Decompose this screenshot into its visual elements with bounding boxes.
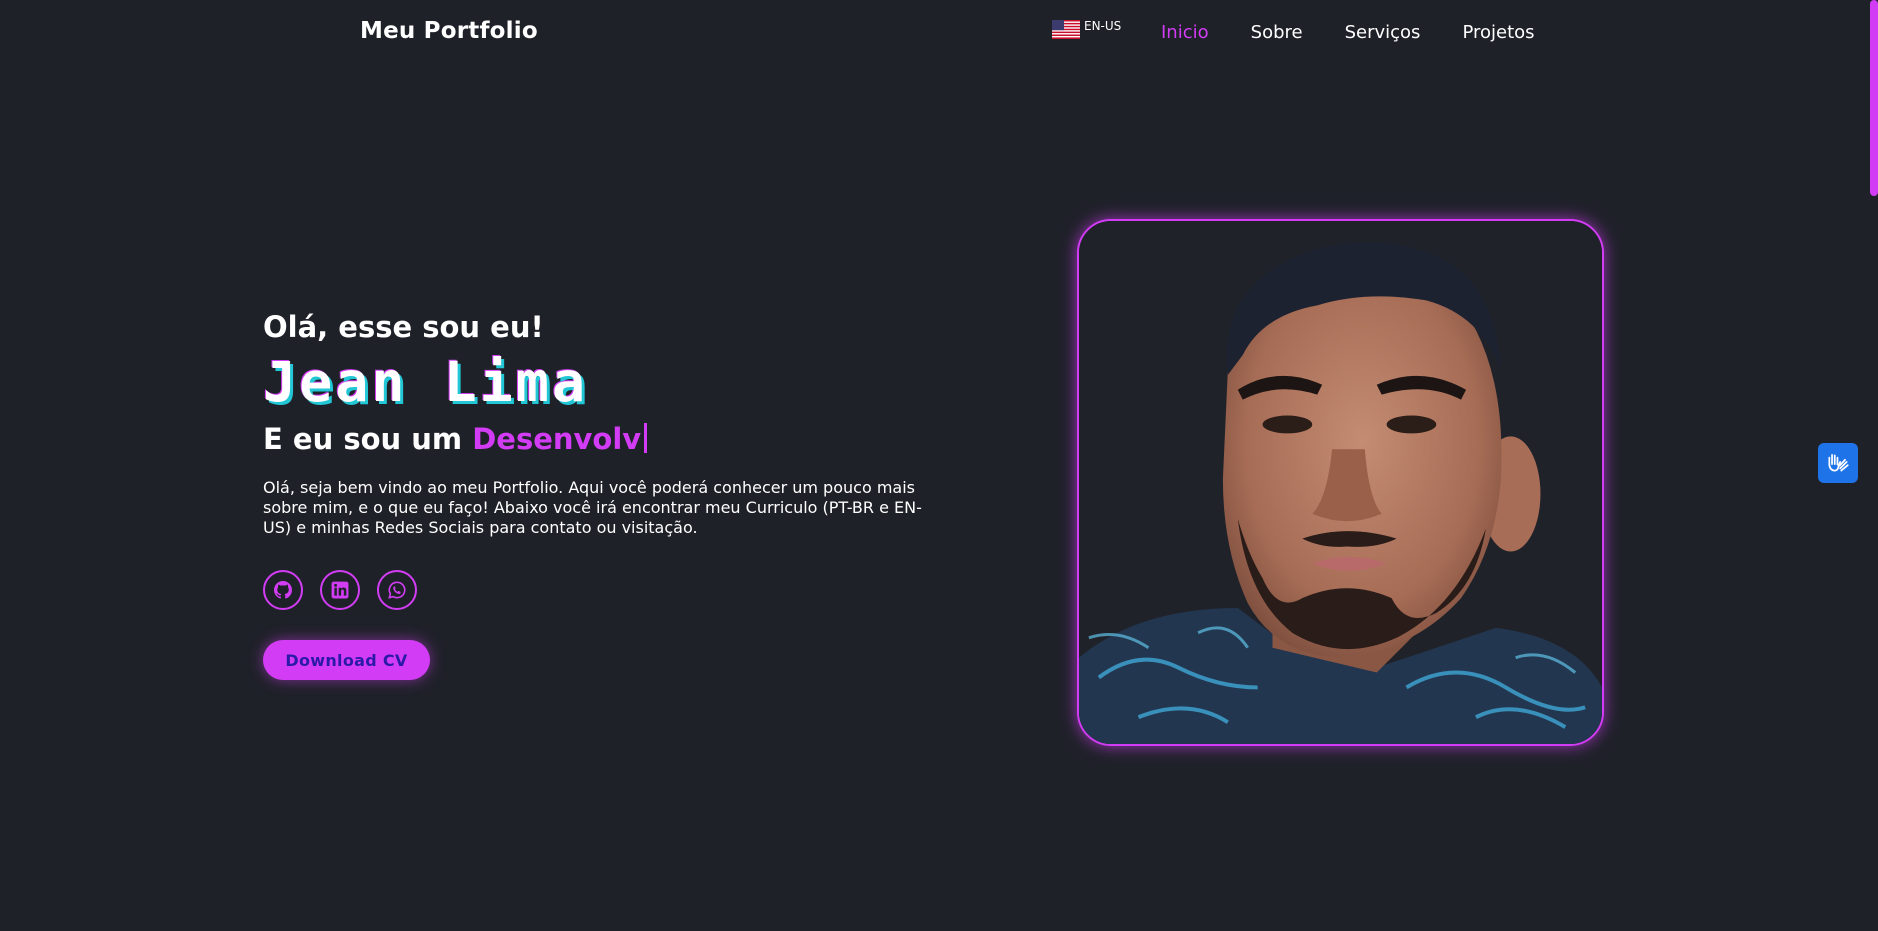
whatsapp-link[interactable] [377, 570, 417, 610]
main-nav: Inicio Sobre Serviços Projetos [1161, 22, 1577, 43]
github-link[interactable] [263, 570, 303, 610]
site-logo[interactable]: Meu Portfolio [360, 18, 538, 44]
profile-photo-illustration [1079, 221, 1602, 744]
nav-servicos[interactable]: Serviços [1345, 22, 1421, 43]
hero-section: Olá, esse sou eu! Jean Lima E eu sou um … [263, 310, 943, 680]
social-links [263, 570, 943, 610]
linkedin-link[interactable] [320, 570, 360, 610]
github-icon [274, 581, 292, 599]
role-prefix: E eu sou um [263, 422, 473, 456]
profile-photo [1077, 219, 1604, 746]
hero-role: E eu sou um Desenvolv [263, 422, 943, 456]
page: Meu Portfolio EN-US Inicio Sobre Serviço… [0, 0, 1878, 931]
language-switch[interactable]: EN-US [1052, 18, 1122, 39]
whatsapp-icon [388, 581, 406, 599]
typing-cursor [644, 423, 648, 453]
page-scrollbar[interactable] [1870, 0, 1878, 931]
hero-name: Jean Lima [263, 350, 589, 414]
role-typed-text: Desenvolv [472, 422, 642, 456]
page-scrollbar-thumb[interactable] [1870, 0, 1878, 196]
hero-intro: Olá, seja bem vindo ao meu Portfolio. Aq… [263, 478, 922, 537]
language-label: EN-US [1084, 18, 1122, 33]
linkedin-icon [331, 581, 349, 599]
hero-greeting: Olá, esse sou eu! [263, 310, 544, 344]
us-flag-icon [1052, 20, 1080, 39]
sign-language-hands-icon [1828, 454, 1849, 472]
nav-sobre[interactable]: Sobre [1251, 22, 1303, 43]
accessibility-widget-button[interactable] [1818, 443, 1858, 483]
nav-projetos[interactable]: Projetos [1462, 22, 1534, 43]
nav-inicio[interactable]: Inicio [1161, 22, 1209, 43]
site-header: Meu Portfolio EN-US Inicio Sobre Serviço… [0, 0, 1870, 68]
download-cv-button[interactable]: Download CV [263, 640, 430, 680]
